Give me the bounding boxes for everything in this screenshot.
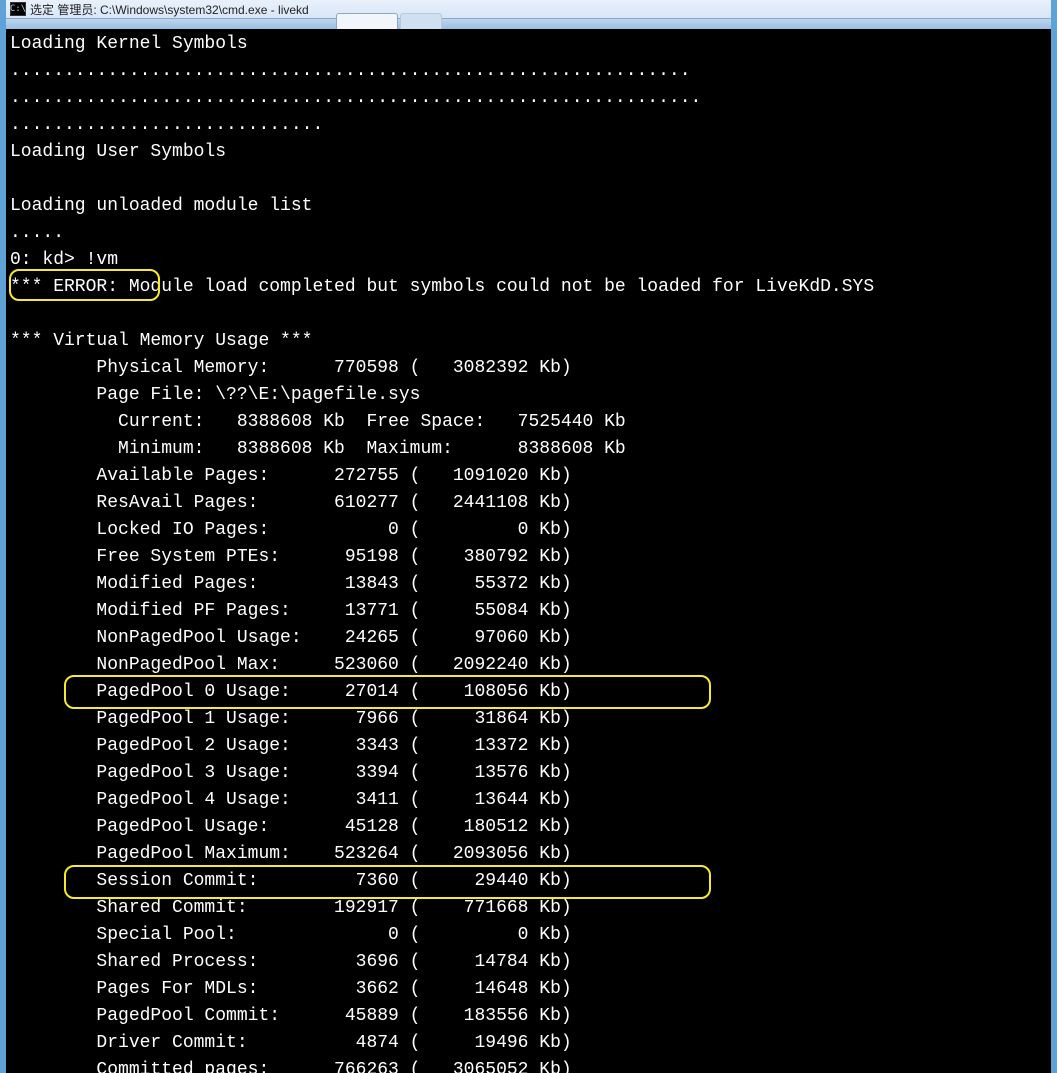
tab-strip	[6, 19, 1051, 29]
line-pagedpool-0: PagedPool 0 Usage: 27014 ( 108056 Kb)	[10, 682, 572, 702]
line-loading-unloaded: Loading unloaded module list	[10, 196, 312, 216]
line-locked-io: Locked IO Pages: 0 ( 0 Kb)	[10, 520, 572, 540]
line-special-pool: Special Pool: 0 ( 0 Kb)	[10, 925, 572, 945]
line-pages-mdls: Pages For MDLs: 3662 ( 14648 Kb)	[10, 979, 572, 999]
line-pf-minimum: Minimum: 8388608 Kb Maximum: 8388608 Kb	[10, 439, 626, 459]
line-modified-pf: Modified PF Pages: 13771 ( 55084 Kb)	[10, 601, 572, 621]
line-pagedpool-max: PagedPool Maximum: 523264 ( 2093056 Kb)	[10, 844, 572, 864]
line-shared-commit: Shared Commit: 192917 ( 771668 Kb)	[10, 898, 572, 918]
line-nonpaged-max: NonPagedPool Max: 523060 ( 2092240 Kb)	[10, 655, 572, 675]
line-physical-memory: Physical Memory: 770598 ( 3082392 Kb)	[10, 358, 572, 378]
console-output[interactable]: Loading Kernel Symbols .................…	[6, 29, 1051, 1073]
line-session-commit: Session Commit: 7360 ( 29440 Kb)	[10, 871, 572, 891]
window-titlebar[interactable]: C:\ 选定 管理员: C:\Windows\system32\cmd.exe …	[6, 0, 1051, 19]
line-pf-current: Current: 8388608 Kb Free Space: 7525440 …	[10, 412, 626, 432]
line-pagedpool-2: PagedPool 2 Usage: 3343 ( 13372 Kb)	[10, 736, 572, 756]
line-pagedpool-1: PagedPool 1 Usage: 7966 ( 31864 Kb)	[10, 709, 572, 729]
line-page-file: Page File: \??\E:\pagefile.sys	[10, 385, 420, 405]
console-area[interactable]: Loading Kernel Symbols .................…	[6, 29, 1051, 1073]
line-loading-kernel: Loading Kernel Symbols	[10, 34, 248, 54]
line-free-ptes: Free System PTEs: 95198 ( 380792 Kb)	[10, 547, 572, 567]
line-modified-pages: Modified Pages: 13843 ( 55372 Kb)	[10, 574, 572, 594]
line-nonpaged-usage: NonPagedPool Usage: 24265 ( 97060 Kb)	[10, 628, 572, 648]
line-pagedpool-commit: PagedPool Commit: 45889 ( 183556 Kb)	[10, 1006, 572, 1026]
line-shared-process: Shared Process: 3696 ( 14784 Kb)	[10, 952, 572, 972]
line-vm-header: *** Virtual Memory Usage ***	[10, 331, 312, 351]
line-driver-commit: Driver Commit: 4874 ( 19496 Kb)	[10, 1033, 572, 1053]
line-pagedpool-4: PagedPool 4 Usage: 3411 ( 13644 Kb)	[10, 790, 572, 810]
line-pagedpool-usage: PagedPool Usage: 45128 ( 180512 Kb)	[10, 817, 572, 837]
line-pagedpool-3: PagedPool 3 Usage: 3394 ( 13576 Kb)	[10, 763, 572, 783]
line-error: *** ERROR: Module load completed but sym…	[10, 277, 874, 297]
line-dots: .....	[10, 223, 64, 243]
line-committed-pages: Committed pages: 766263 ( 3065052 Kb)	[10, 1060, 572, 1073]
cmd-icon: C:\	[10, 2, 26, 16]
tab-inactive[interactable]	[400, 13, 442, 30]
tab-active[interactable]	[336, 13, 398, 30]
line-dots: ........................................…	[10, 61, 691, 81]
line-resavail-pages: ResAvail Pages: 610277 ( 2441108 Kb)	[10, 493, 572, 513]
line-kd-prompt: 0: kd> !vm	[10, 250, 118, 270]
line-loading-user: Loading User Symbols	[10, 142, 226, 162]
window-title: 选定 管理员: C:\Windows\system32\cmd.exe - li…	[30, 1, 309, 18]
line-dots: .............................	[10, 115, 323, 135]
line-available-pages: Available Pages: 272755 ( 1091020 Kb)	[10, 466, 572, 486]
line-dots: ........................................…	[10, 88, 701, 108]
cmd-window: C:\ 选定 管理员: C:\Windows\system32\cmd.exe …	[0, 0, 1057, 1073]
